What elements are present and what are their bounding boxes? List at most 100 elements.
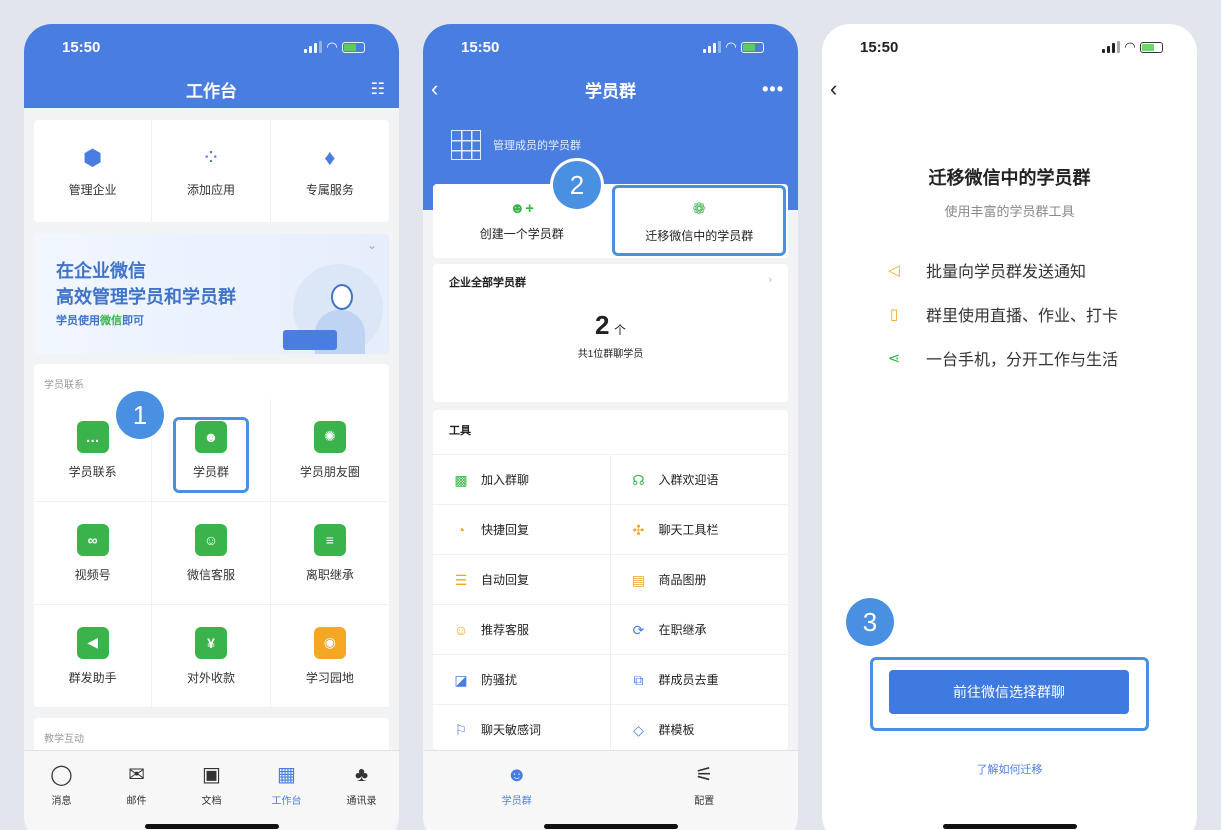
highlight-frame: [173, 417, 249, 493]
grid-icon: [451, 130, 481, 160]
app-video-channel[interactable]: ∞ 视频号: [34, 502, 153, 605]
feature-item: ◁ 批量向学员群发送通知: [884, 258, 1118, 282]
document-icon: ≡: [313, 523, 346, 556]
tool-onjob-inherit[interactable]: ⟳ 在职继承: [610, 604, 788, 654]
tab-workbench[interactable]: ▦ 工作台: [249, 763, 324, 830]
wifi-icon: ◠: [327, 39, 337, 54]
status-bar: 15:50 ◠: [423, 24, 798, 70]
tool-recommend-service[interactable]: ☺ 推荐客服: [433, 604, 611, 654]
yen-icon: ¥: [194, 626, 227, 659]
section-label: 教学互动: [44, 734, 84, 745]
home-indicator: [942, 824, 1077, 829]
group-count-unit: 个: [613, 323, 626, 337]
feature-list: ◁ 批量向学员群发送通知 ▯ 群里使用直播、作业、打卡 ⋖ 一台手机，分开工作与…: [884, 258, 1118, 370]
service-icon: ☺: [194, 523, 227, 556]
chat-bubble-icon: …: [76, 420, 109, 453]
home-indicator: [543, 824, 678, 829]
back-icon[interactable]: ‹: [830, 76, 837, 102]
toolbar-icon: ✣: [632, 521, 645, 538]
learn-migrate-link[interactable]: 了解如何迁移: [822, 761, 1197, 777]
more-icon[interactable]: •••: [762, 79, 784, 100]
tool-welcome-message[interactable]: ☊ 入群欢迎语: [610, 454, 788, 504]
battery-icon: [741, 41, 764, 53]
split-icon: ⋖: [887, 350, 901, 367]
header: 15:50 ◠ 工作台 ☷: [24, 24, 399, 108]
top-apps-card: ⬢ 管理企业 ⁘ 添加应用 ♦ 专属服务: [34, 120, 389, 222]
tools-label: 工具: [449, 425, 471, 437]
app-resign-inherit[interactable]: ≡ 离职继承: [270, 502, 389, 605]
status-time: 15:50: [62, 38, 101, 56]
student-contact-card: 学员联系 … 学员联系 ☻ 学员群 ✺ 学员朋友圈 ∞ 视频号 ☺ 微信客服 ≡ 离职继承 …: [34, 364, 389, 708]
tool-sensitive-words[interactable]: ⚐ 聊天敏感词: [433, 704, 611, 754]
chevron-right-icon: ›: [768, 274, 772, 286]
tool-auto-reply[interactable]: ☰ 自动回复: [433, 554, 611, 604]
tool-product-catalog[interactable]: ▤ 商品图册: [610, 554, 788, 604]
page-subtitle: 使用丰富的学员群工具: [944, 204, 1075, 219]
exclusive-service-button[interactable]: ♦ 专属服务: [271, 120, 389, 222]
status-bar: 15:50 ◠: [24, 24, 399, 70]
status-time: 15:50: [860, 38, 899, 56]
mail-icon: ✉: [128, 764, 145, 786]
video-channel-icon: ∞: [76, 523, 109, 556]
step-badge: 1: [116, 391, 164, 439]
tool-join-group[interactable]: ▩ 加入群聊: [433, 454, 611, 504]
message-icon: ◯: [50, 764, 73, 786]
tab-docs[interactable]: ▣ 文档: [174, 763, 249, 830]
feature-item: ▯ 群里使用直播、作业、打卡: [884, 302, 1118, 326]
transfer-icon: ⟳: [632, 621, 645, 638]
tie-icon: ♦: [324, 144, 336, 170]
banner-line1: 在企业微信: [56, 261, 146, 281]
manage-company-button[interactable]: ⬢ 管理企业: [34, 120, 153, 222]
megaphone-icon: ◀: [76, 626, 109, 659]
tool-anti-harassment[interactable]: ◪ 防骚扰: [433, 654, 611, 704]
page-title: 学员群: [585, 81, 636, 101]
doc-icon: ▣: [202, 764, 221, 786]
add-app-button[interactable]: ⁘ 添加应用: [152, 120, 271, 222]
chevron-down-icon[interactable]: ⌄: [367, 238, 377, 252]
promo-banner[interactable]: 在企业微信 高效管理学员和学员群 学员使用微信即可 ⌄: [34, 234, 389, 354]
tab-config[interactable]: ⚟ 配置: [611, 763, 799, 830]
tab-mail[interactable]: ✉ 邮件: [99, 763, 174, 830]
group-count: 2: [595, 310, 610, 340]
recommend-icon: ☺: [453, 621, 469, 638]
sensitive-word-icon: ⚐: [454, 721, 468, 738]
app-learning-garden[interactable]: ◉ 学习园地: [270, 605, 389, 708]
tab-contacts[interactable]: ♣ 通讯录: [324, 763, 399, 830]
catalog-icon: ▤: [631, 571, 646, 588]
highlight-frame: [612, 185, 786, 256]
planet-icon: ◉: [313, 626, 346, 659]
page-title: 迁移微信中的学员群: [928, 168, 1091, 188]
app-student-moments[interactable]: ✺ 学员朋友圈: [270, 399, 389, 502]
status-time: 15:50: [461, 38, 500, 56]
contacts-icon: ♣: [354, 764, 369, 786]
tools-card: 工具 ▩ 加入群聊 ☊ 入群欢迎语 ◔ 快捷回复 ✣ 聊天工具栏 ☰ 自动回复 ▤ 商品图册…: [433, 410, 788, 754]
app-broadcast-assistant[interactable]: ◀ 群发助手: [34, 605, 153, 708]
settings-sliders-icon: ⚟: [695, 764, 714, 786]
book-icon: ▯: [889, 306, 899, 323]
tool-member-dedupe[interactable]: ⧉ 群成员去重: [610, 654, 788, 704]
tool-chat-toolbar[interactable]: ✣ 聊天工具栏: [610, 504, 788, 554]
tab-messages[interactable]: ◯ 消息: [24, 763, 99, 830]
app-payment[interactable]: ¥ 对外收款: [152, 605, 271, 708]
app-wechat-service[interactable]: ☺ 微信客服: [152, 502, 271, 605]
all-groups-card[interactable]: 企业全部学员群 › 2 个 共1位群聊学员: [433, 264, 788, 402]
signal-icon: [304, 41, 322, 53]
header: 15:50 ◠ ‹ 学员群 ••• 管理成员的学员群: [423, 24, 798, 210]
navbar: 工作台 ☷: [24, 70, 399, 108]
banner-line2: 高效管理学员和学员群: [56, 287, 236, 307]
page-title: 工作台: [186, 81, 237, 101]
illustration-person: [273, 258, 383, 354]
tab-bar: ☻ 学员群 ⚟ 配置: [423, 750, 798, 830]
settings-list-icon[interactable]: ☷: [371, 79, 385, 99]
feature-item: ⋖ 一台手机，分开工作与生活: [884, 346, 1118, 370]
back-icon[interactable]: ‹: [431, 76, 438, 102]
tool-quick-reply[interactable]: ◔ 快捷回复: [433, 504, 611, 554]
goto-wechat-button[interactable]: 前往微信选择群聊: [889, 670, 1129, 714]
dedupe-icon: ⧉: [633, 671, 644, 688]
group-tab-icon: ☻: [506, 764, 528, 786]
step-badge: 2: [553, 161, 601, 209]
aperture-icon: ✺: [313, 420, 346, 453]
tool-grid: ▩ 加入群聊 ☊ 入群欢迎语 ◔ 快捷回复 ✣ 聊天工具栏 ☰ 自动回复 ▤ 商品图册 ☺ 推…: [433, 454, 788, 754]
tool-group-template[interactable]: ◇ 群模板: [610, 704, 788, 754]
tab-student-group[interactable]: ☻ 学员群: [423, 763, 611, 830]
